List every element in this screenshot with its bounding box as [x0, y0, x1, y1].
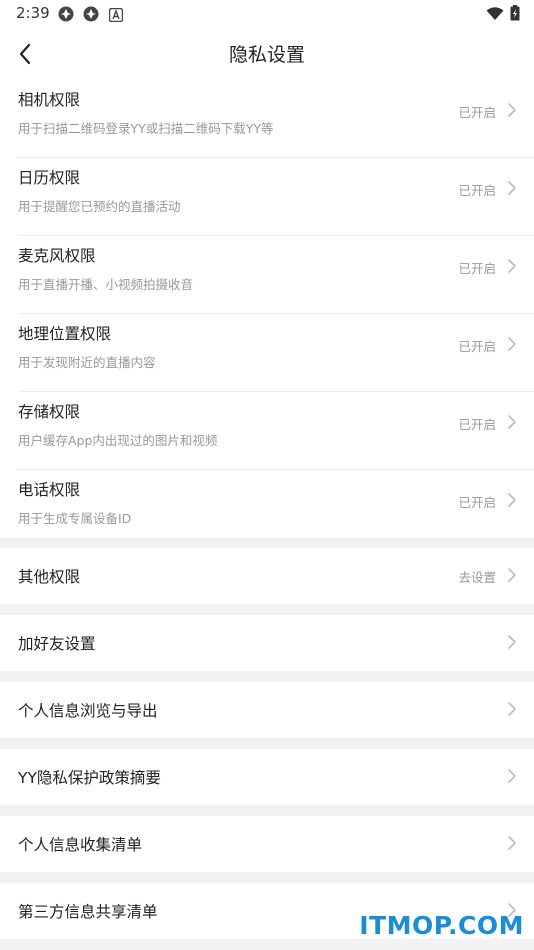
permission-status: 已开启: [458, 261, 496, 276]
row-title: 第三方信息共享清单: [18, 903, 158, 921]
chevron-right-icon: [508, 181, 516, 195]
permission-desc: 用于提醒您已预约的直播活动: [18, 199, 181, 214]
row-privacy-policy-summary[interactable]: YY隐私保护政策摘要: [0, 749, 534, 805]
status-time: 2:39: [16, 4, 50, 22]
row-friend-settings[interactable]: 加好友设置: [0, 615, 534, 671]
watermark: ITMOP.COM: [359, 911, 524, 940]
chevron-right-icon: [508, 259, 516, 273]
row-title: YY隐私保护政策摘要: [18, 769, 161, 787]
chevron-right-icon: [508, 568, 516, 582]
permission-item-camera[interactable]: 相机权限 用于扫描二维码登录YY或扫描二维码下载YY等 已开启: [0, 80, 534, 158]
app-icon: [58, 6, 74, 22]
permission-item-storage[interactable]: 存储权限 用户缓存App内出现过的图片和视频 已开启: [0, 392, 534, 470]
accessibility-icon: [108, 7, 124, 23]
permission-item-calendar[interactable]: 日历权限 用于提醒您已预约的直播活动 已开启: [0, 158, 534, 236]
status-bar: 2:39: [0, 0, 534, 28]
row-title: 其他权限: [18, 568, 81, 586]
chevron-right-icon: [508, 415, 516, 429]
permission-title: 地理位置权限: [18, 325, 112, 343]
row-title: 个人信息收集清单: [18, 836, 143, 854]
page-title: 隐私设置: [228, 44, 305, 66]
permission-status: 已开启: [458, 183, 496, 198]
row-info-collection-list[interactable]: 个人信息收集清单: [0, 816, 534, 872]
app-icon: [83, 6, 99, 22]
permission-title: 相机权限: [18, 91, 81, 109]
permission-item-phone[interactable]: 电话权限 用于生成专属设备ID 已开启: [0, 470, 534, 548]
permission-desc: 用于生成专属设备ID: [18, 511, 132, 526]
permission-desc: 用户缓存App内出现过的图片和视频: [18, 433, 218, 448]
row-status: 去设置: [458, 570, 496, 585]
permission-status: 已开启: [458, 105, 496, 120]
chevron-right-icon: [508, 337, 516, 351]
chevron-right-icon: [508, 702, 516, 716]
permission-desc: 用于发现附近的直播内容: [18, 355, 156, 370]
row-title: 个人信息浏览与导出: [18, 702, 158, 720]
chevron-right-icon: [508, 103, 516, 117]
chevron-right-icon: [508, 493, 516, 507]
chevron-right-icon: [508, 635, 516, 649]
permission-item-microphone[interactable]: 麦克风权限 用于直播开播、小视频拍摄收音 已开启: [0, 236, 534, 314]
permission-title: 麦克风权限: [18, 247, 96, 265]
chevron-right-icon: [508, 769, 516, 783]
permission-status: 已开启: [458, 339, 496, 354]
permission-title: 存储权限: [18, 403, 81, 421]
row-other-permissions[interactable]: 其他权限 去设置: [0, 548, 534, 604]
permission-desc: 用于扫描二维码登录YY或扫描二维码下载YY等: [18, 121, 274, 136]
permission-title: 电话权限: [18, 481, 81, 499]
wifi-icon: [486, 6, 504, 25]
permission-status: 已开启: [458, 495, 496, 510]
permission-desc: 用于直播开播、小视频拍摄收音: [18, 277, 194, 292]
nav-bar: 隐私设置: [0, 28, 534, 80]
permission-title: 日历权限: [18, 169, 81, 187]
row-title: 加好友设置: [18, 635, 96, 653]
permissions-group: 相机权限 用于扫描二维码登录YY或扫描二维码下载YY等 已开启 日历权限 用于提…: [0, 80, 534, 538]
row-personal-info-export[interactable]: 个人信息浏览与导出: [0, 682, 534, 738]
chevron-right-icon: [508, 836, 516, 850]
status-right-icons: [486, 5, 520, 25]
permission-status: 已开启: [458, 417, 496, 432]
permission-item-location[interactable]: 地理位置权限 用于发现附近的直播内容 已开启: [0, 314, 534, 392]
battery-icon: [510, 5, 520, 25]
